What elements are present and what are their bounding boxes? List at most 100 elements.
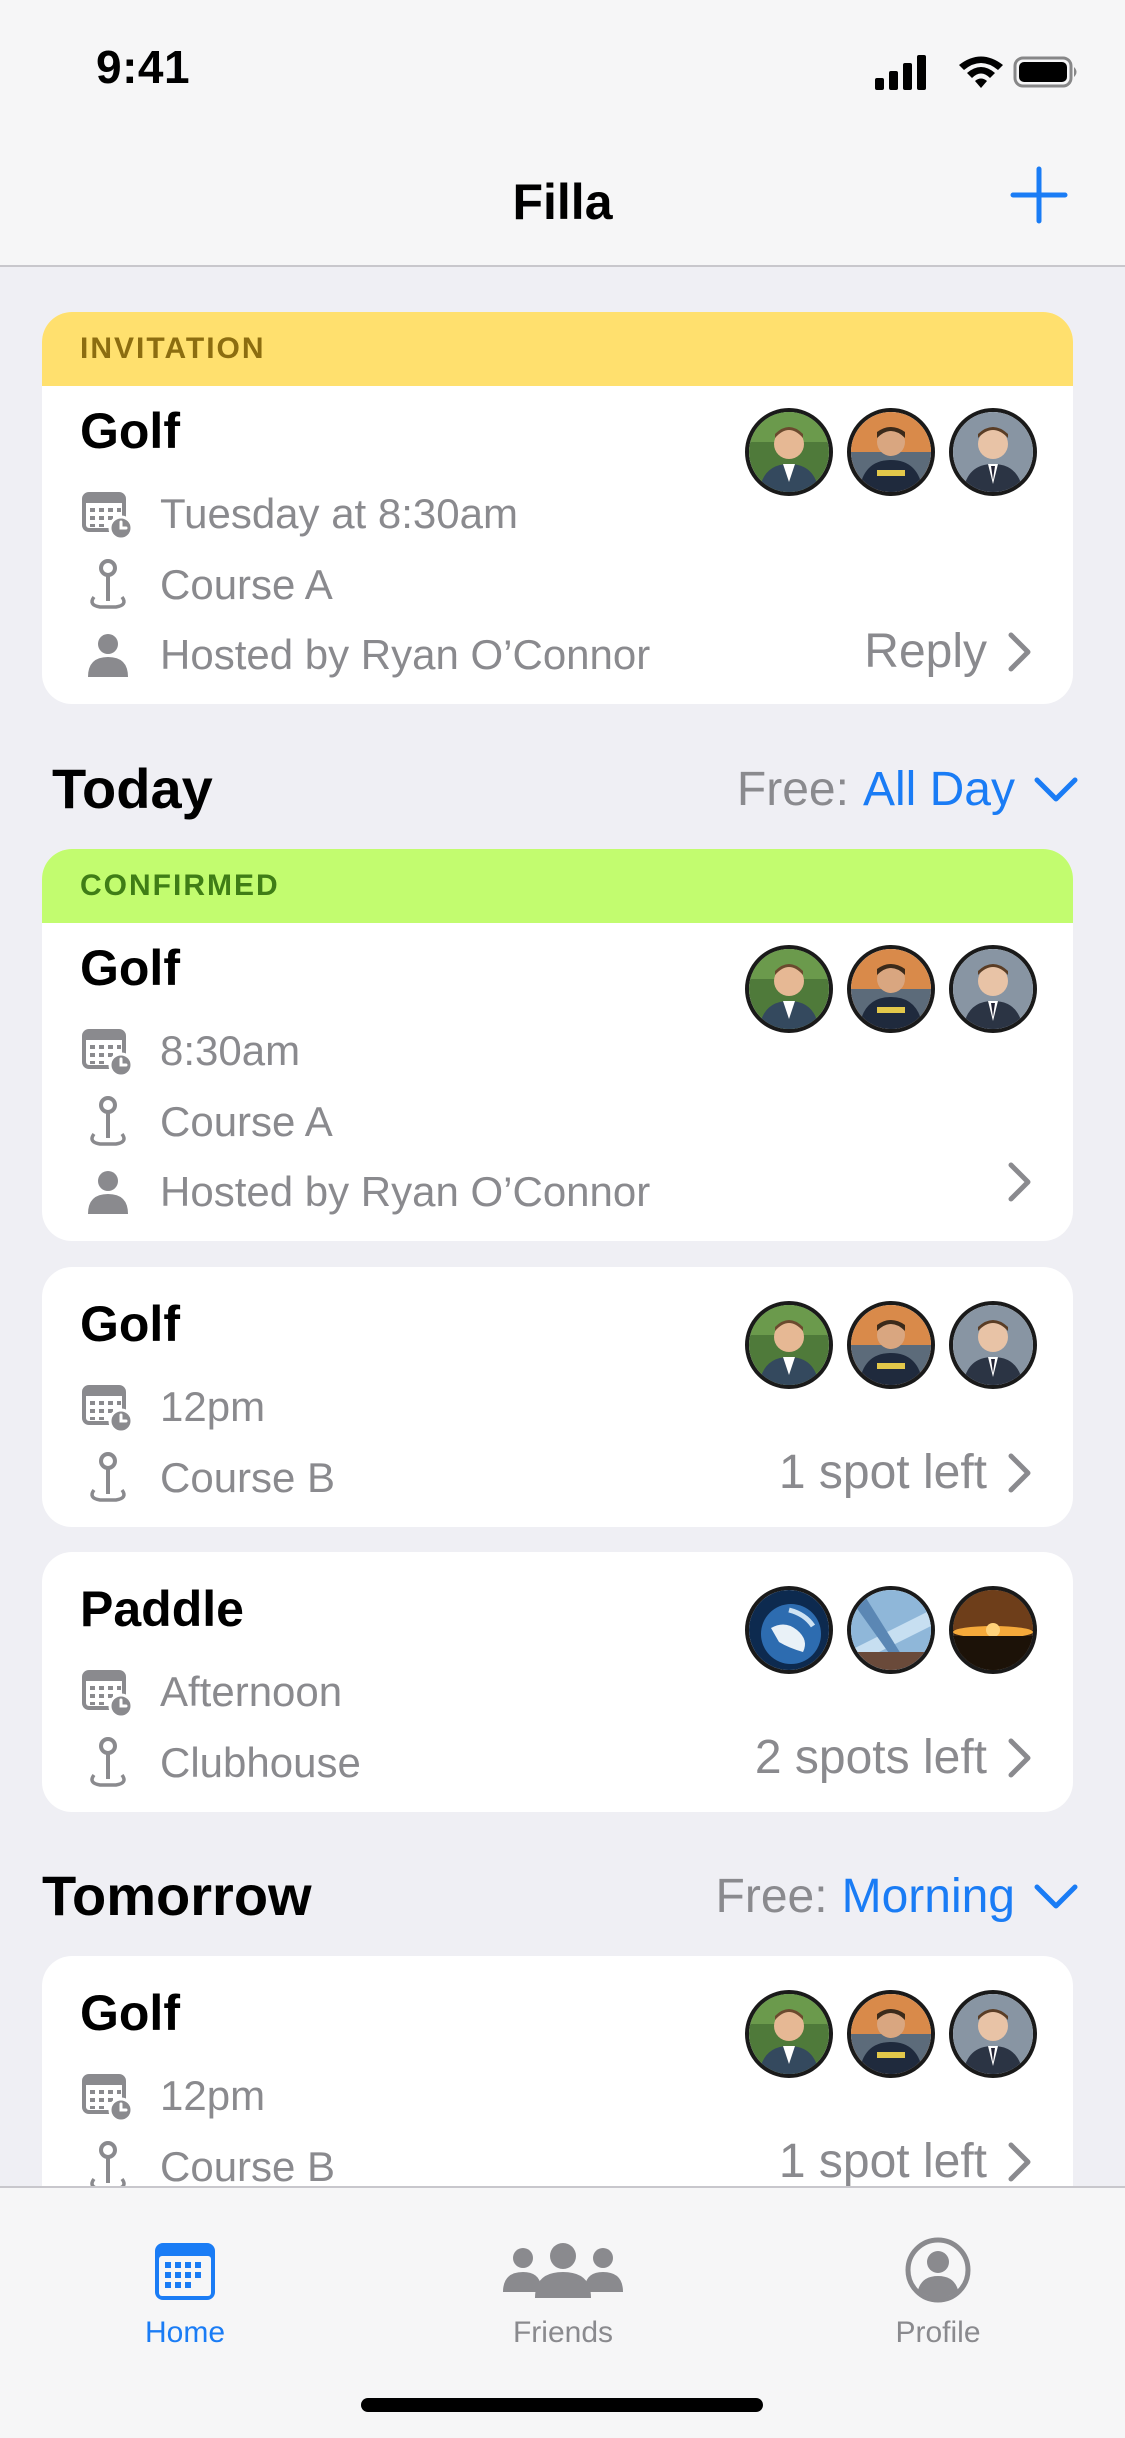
event-detail-button[interactable] xyxy=(987,1161,1033,1203)
event-time-row: 12pm xyxy=(80,1377,265,1437)
join-button[interactable]: 2 spots left xyxy=(755,1730,1033,1785)
event-location-row: Course B xyxy=(80,2137,335,2186)
avatar xyxy=(949,945,1037,1033)
tab-label: Profile xyxy=(895,2316,981,2349)
avatar xyxy=(745,1301,833,1389)
free-value: Morning xyxy=(841,1870,1015,1923)
attendee-avatars xyxy=(731,945,1037,1033)
event-time: Tuesday at 8:30am xyxy=(160,490,518,537)
calendar-clock-icon xyxy=(80,1023,136,1079)
avatar xyxy=(949,1586,1037,1674)
plus-icon xyxy=(1010,166,1068,224)
spots-left-label: 1 spot left xyxy=(778,2135,987,2186)
join-button[interactable]: 1 spot left xyxy=(779,1445,1033,1500)
person-icon xyxy=(80,627,136,683)
event-card[interactable]: Golf 12pm Course B 1 spot left xyxy=(42,1267,1073,1527)
avatar xyxy=(949,1990,1037,2078)
attendee-avatars xyxy=(731,1990,1037,2078)
status-time: 9:41 xyxy=(96,41,191,93)
free-label: Free: xyxy=(736,763,849,816)
free-time-selector[interactable]: Free: All Day xyxy=(737,762,1079,817)
event-location-row: Course A xyxy=(80,1092,333,1152)
event-time: 12pm xyxy=(160,1383,266,1430)
chevron-right-icon xyxy=(1007,2141,1033,2183)
event-card[interactable]: Golf 12pm Course B 1 spot left xyxy=(42,1956,1073,2186)
section-title: Tomorrow xyxy=(42,1864,312,1927)
battery-icon xyxy=(1013,56,1077,88)
attendee-avatars xyxy=(731,1301,1037,1389)
event-location: Course A xyxy=(160,561,333,608)
event-time: Afternoon xyxy=(160,1668,343,1715)
avatar xyxy=(847,1301,935,1389)
tab-home[interactable]: Home xyxy=(55,2212,315,2350)
free-value: All Day xyxy=(862,763,1015,816)
chevron-right-icon xyxy=(1007,1161,1033,1203)
tab-profile[interactable]: Profile xyxy=(808,2212,1068,2350)
join-button[interactable]: 1 spot left xyxy=(779,2134,1033,2186)
person-circle-icon xyxy=(808,2212,1068,2304)
avatar xyxy=(847,1586,935,1674)
reply-button[interactable]: Reply xyxy=(864,624,1033,679)
section-title: Today xyxy=(52,757,213,820)
event-time: 8:30am xyxy=(160,1027,301,1074)
add-event-button[interactable] xyxy=(1009,165,1069,225)
avatar xyxy=(949,1301,1037,1389)
event-time-row: 8:30am xyxy=(80,1021,300,1081)
event-location: Course B xyxy=(160,2143,336,2186)
free-time-selector[interactable]: Free: Morning xyxy=(716,1869,1079,1924)
tab-label: Friends xyxy=(512,2316,614,2349)
feed[interactable]: INVITATION Golf Tuesday at 8:30am Course… xyxy=(0,268,1125,2186)
status-bar: 9:41 xyxy=(0,0,1125,135)
section-header-tomorrow: Tomorrow Free: Morning xyxy=(0,1855,1125,1935)
event-location: Course A xyxy=(160,1098,333,1145)
chevron-down-icon xyxy=(1034,777,1078,801)
calendar-icon xyxy=(55,2212,315,2304)
event-title: Golf xyxy=(80,940,180,996)
event-host: Hosted by Ryan O’Connor xyxy=(160,1168,651,1215)
avatar xyxy=(745,945,833,1033)
event-host: Hosted by Ryan O’Connor xyxy=(160,631,651,678)
event-title: Golf xyxy=(80,1296,180,1352)
cellular-signal-icon xyxy=(875,55,926,90)
invitation-card[interactable]: INVITATION Golf Tuesday at 8:30am Course… xyxy=(42,312,1073,704)
location-pin-icon xyxy=(80,1094,136,1150)
section-header-today: Today Free: All Day xyxy=(0,748,1125,828)
attendee-avatars xyxy=(731,408,1037,496)
calendar-clock-icon xyxy=(80,2068,136,2124)
event-title: Paddle xyxy=(80,1581,244,1637)
people-icon xyxy=(433,2212,693,2304)
wifi-icon xyxy=(959,56,1003,88)
attendee-avatars xyxy=(731,1586,1037,1674)
tab-bar: Home Friends Profile xyxy=(0,2186,1125,2438)
chevron-right-icon xyxy=(1007,1452,1033,1494)
event-card-confirmed[interactable]: CONFIRMED Golf 8:30am Course A Hosted by… xyxy=(42,849,1073,1241)
calendar-clock-icon xyxy=(80,486,136,542)
event-time-row: Tuesday at 8:30am xyxy=(80,484,518,544)
avatar xyxy=(745,1586,833,1674)
calendar-clock-icon xyxy=(80,1379,136,1435)
avatar xyxy=(847,1990,935,2078)
avatar xyxy=(745,1990,833,2078)
confirmed-banner: CONFIRMED xyxy=(42,849,1073,923)
reply-label: Reply xyxy=(864,625,987,678)
tab-friends[interactable]: Friends xyxy=(433,2212,693,2350)
event-title: Golf xyxy=(80,1985,180,2041)
person-icon xyxy=(80,1164,136,1220)
spots-left-label: 1 spot left xyxy=(778,1446,987,1499)
location-pin-icon xyxy=(80,557,136,613)
event-location-row: Course B xyxy=(80,1448,335,1508)
event-time-row: 12pm xyxy=(80,2066,265,2126)
home-indicator[interactable] xyxy=(361,2398,763,2412)
avatar xyxy=(847,408,935,496)
event-host-row: Hosted by Ryan O’Connor xyxy=(80,1162,650,1222)
spots-left-label: 2 spots left xyxy=(754,1731,987,1784)
event-location-row: Clubhouse xyxy=(80,1733,361,1793)
avatar xyxy=(847,945,935,1033)
event-time: 12pm xyxy=(160,2072,266,2119)
location-pin-icon xyxy=(80,2139,136,2186)
event-card[interactable]: Paddle Afternoon Clubhouse 2 spots left xyxy=(42,1552,1073,1812)
event-location: Course B xyxy=(160,1454,336,1501)
event-time-row: Afternoon xyxy=(80,1662,342,1722)
page-title: Filla xyxy=(512,174,613,230)
location-pin-icon xyxy=(80,1450,136,1506)
